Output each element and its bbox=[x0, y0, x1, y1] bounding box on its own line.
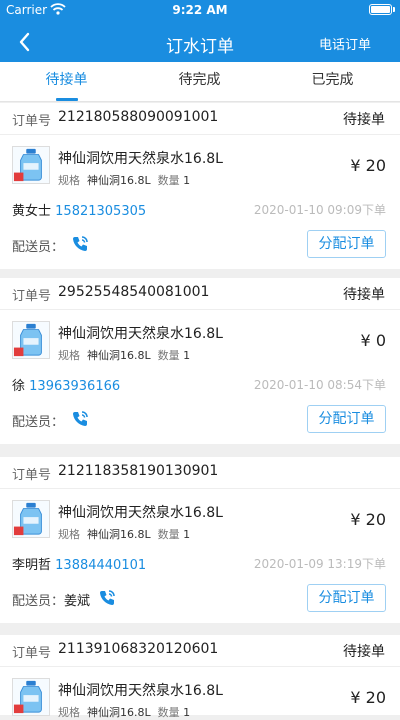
phone-call-icon[interactable] bbox=[97, 588, 117, 608]
order-header: 订单号 212118358190130901 bbox=[0, 457, 400, 489]
status-bar: Carrier 9:22 AM bbox=[0, 0, 400, 20]
order-state: 待接单 bbox=[343, 644, 385, 660]
customer-info: 黄女士 15821305305 bbox=[12, 200, 146, 219]
product-spec: 规格 神仙洞16.8L 数量 1 bbox=[58, 706, 191, 719]
customer-name: 徐 bbox=[12, 379, 26, 394]
order-card: 订单号 212118358190130901 神仙洞饮用天然泉水16.8L 规格… bbox=[0, 457, 400, 623]
order-datetime: 2020-01-09 13:19下单 bbox=[253, 557, 386, 571]
phone-call-icon[interactable] bbox=[70, 409, 90, 429]
water-bottle-thumbnail bbox=[12, 500, 50, 538]
order-card: 订单号 211391068320120601 待接单 神仙洞饮用天然泉水16.8… bbox=[0, 635, 400, 719]
product-spec: 规格 神仙洞16.8L 数量 1 bbox=[58, 349, 191, 362]
courier-info: 配送员：姜斌 bbox=[12, 594, 91, 609]
courier-label: 配送员： bbox=[12, 415, 65, 430]
battery-icon bbox=[369, 4, 392, 15]
product-name: 神仙洞饮用天然泉水16.8L bbox=[58, 505, 223, 521]
product-name: 神仙洞饮用天然泉水16.8L bbox=[58, 151, 223, 167]
assign-order-button[interactable]: 分配订单 bbox=[307, 230, 386, 258]
customer-info: 李明哲 13884440101 bbox=[12, 554, 146, 573]
order-price: ¥ 20 bbox=[350, 688, 386, 707]
order-number-label: 订单号 bbox=[12, 646, 52, 661]
nav-bar: 订水订单 电话订单 bbox=[0, 22, 400, 62]
water-bottle-thumbnail bbox=[12, 146, 50, 184]
order-state: 待接单 bbox=[343, 112, 385, 128]
water-bottle-thumbnail bbox=[12, 678, 50, 716]
active-tab-indicator bbox=[56, 98, 78, 101]
order-datetime: 2020-01-10 09:09下单 bbox=[253, 203, 386, 217]
app-header: Carrier 9:22 AM 订水订单 电话订单 bbox=[0, 0, 400, 62]
order-number: 212180588090091001 bbox=[58, 109, 219, 125]
order-price: ¥ 0 bbox=[360, 331, 386, 350]
customer-name: 李明哲 bbox=[12, 558, 52, 573]
courier-name: 姜斌 bbox=[64, 594, 91, 609]
order-datetime: 2020-01-10 08:54下单 bbox=[253, 378, 386, 392]
customer-phone-link[interactable]: 13884440101 bbox=[55, 558, 146, 573]
courier-label: 配送员： bbox=[12, 240, 65, 255]
customer-name: 黄女士 bbox=[12, 204, 52, 219]
water-bottle-thumbnail bbox=[12, 321, 50, 359]
order-card: 订单号 29525548540081001 待接单 神仙洞饮用天然泉水16.8L… bbox=[0, 278, 400, 444]
order-status-tabs: 待接单 待完成 已完成 bbox=[0, 62, 400, 102]
status-time: 9:22 AM bbox=[172, 3, 228, 17]
order-number-label: 订单号 bbox=[12, 289, 52, 304]
order-number: 212118358190130901 bbox=[58, 463, 219, 479]
order-header: 订单号 211391068320120601 待接单 bbox=[0, 635, 400, 667]
product-spec: 规格 神仙洞16.8L 数量 1 bbox=[58, 528, 191, 541]
customer-info: 徐 13963936166 bbox=[12, 375, 120, 394]
customer-phone-link[interactable]: 15821305305 bbox=[55, 204, 146, 219]
order-price: ¥ 20 bbox=[350, 510, 386, 529]
tab-pending-accept[interactable]: 待接单 bbox=[0, 62, 133, 102]
order-header: 订单号 212180588090091001 待接单 bbox=[0, 103, 400, 135]
order-number-label: 订单号 bbox=[12, 468, 52, 483]
product-spec: 规格 神仙洞16.8L 数量 1 bbox=[58, 174, 191, 187]
order-number-label: 订单号 bbox=[12, 114, 52, 129]
assign-order-button[interactable]: 分配订单 bbox=[307, 405, 386, 433]
order-number: 211391068320120601 bbox=[58, 641, 219, 657]
product-name: 神仙洞饮用天然泉水16.8L bbox=[58, 683, 223, 699]
order-state: 待接单 bbox=[343, 287, 385, 303]
customer-phone-link[interactable]: 13963936166 bbox=[29, 379, 120, 394]
phone-call-icon[interactable] bbox=[70, 234, 90, 254]
product-name: 神仙洞饮用天然泉水16.8L bbox=[58, 326, 223, 342]
phone-order-button[interactable]: 电话订单 bbox=[319, 34, 371, 53]
order-header: 订单号 29525548540081001 待接单 bbox=[0, 278, 400, 310]
tab-completed[interactable]: 已完成 bbox=[266, 62, 399, 102]
assign-order-button[interactable]: 分配订单 bbox=[307, 584, 386, 612]
order-price: ¥ 20 bbox=[350, 156, 386, 175]
order-card: 订单号 212180588090091001 待接单 神仙洞饮用天然泉水16.8… bbox=[0, 103, 400, 269]
order-number: 29525548540081001 bbox=[58, 284, 210, 300]
tab-pending-complete[interactable]: 待完成 bbox=[133, 62, 266, 102]
